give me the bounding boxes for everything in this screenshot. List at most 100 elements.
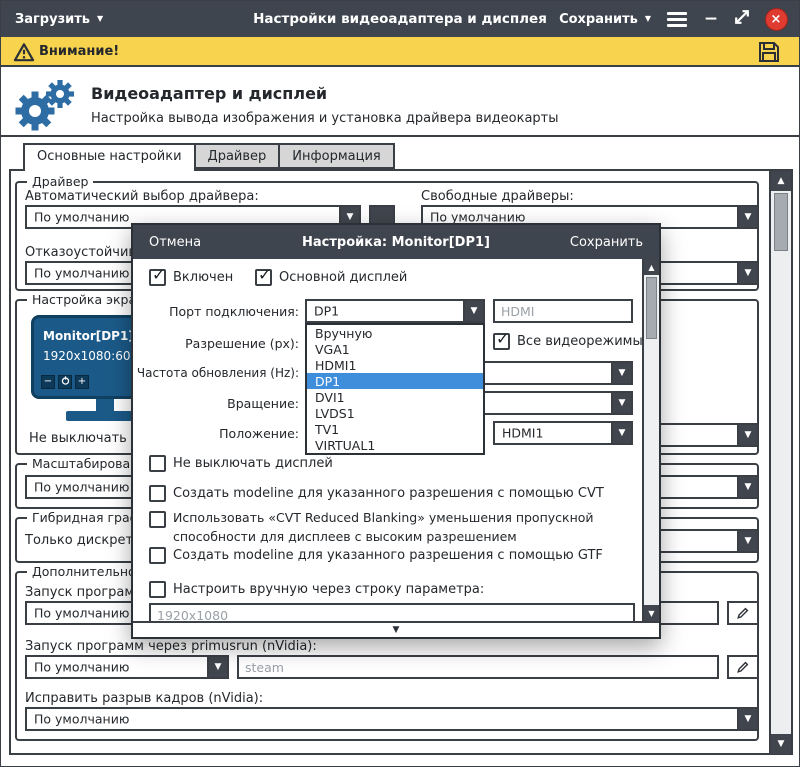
chevron-down-icon: ▼ [463, 301, 483, 321]
port-option[interactable]: DVI1 [307, 389, 483, 405]
port-select[interactable]: DP1 ▼ [305, 299, 485, 323]
resolution-label: Разрешение (px): [139, 336, 299, 351]
page-title: Видеоадаптер и дисплей [91, 84, 327, 103]
main-scrollbar: ▲ ▼ [769, 171, 791, 754]
close-button[interactable]: × [761, 1, 791, 37]
menu-button[interactable] [663, 1, 691, 37]
port-option[interactable]: VIRTUAL1 [307, 437, 483, 453]
minimize-icon: − [704, 9, 718, 29]
run2-select[interactable]: По умолчанию ▼ [25, 655, 229, 679]
save-file-button[interactable] [757, 40, 781, 68]
chevron-down-icon: ▼ [737, 709, 757, 729]
monitor-settings-dialog: Отмена Настройка: Monitor[DP1] Сохранить… [131, 223, 661, 639]
scroll-up-button[interactable]: ▲ [771, 171, 791, 191]
dialog-scrollbar: ▲ ▼ [642, 259, 659, 621]
run2-label: Запуск программ через primusrun (nVidia)… [25, 639, 317, 654]
dialog-scroll-more-button[interactable]: ▼ [133, 621, 659, 637]
floppy-icon [757, 40, 781, 64]
dialog-scroll-up-button[interactable]: ▲ [644, 259, 659, 275]
port-option[interactable]: TV1 [307, 421, 483, 437]
manual-checkbox[interactable] [149, 581, 166, 598]
cvt-rb-checkbox[interactable] [149, 511, 166, 528]
chevron-down-icon: ▼ [737, 207, 757, 227]
close-icon: × [765, 8, 788, 31]
run1-edit-button[interactable] [727, 601, 759, 625]
cvt-label: Создать modeline для указанного разрешен… [173, 486, 604, 501]
pencil-icon [736, 660, 750, 674]
run2-edit-button[interactable] [727, 655, 759, 679]
gtf-checkbox[interactable] [149, 547, 166, 564]
manual-label: Настроить вручную через строку параметра… [173, 582, 484, 597]
pencil-icon [736, 606, 750, 620]
menu-icon [667, 12, 687, 27]
monitor-power-button[interactable] [58, 375, 72, 389]
scroll-thumb[interactable] [774, 193, 788, 251]
tab-info[interactable]: Информация [278, 143, 394, 169]
tear-label: Исправить разрыв кадров (nVidia): [25, 691, 263, 706]
check-icon: ✓ [496, 329, 509, 348]
monitor-name: Monitor[DP1] [43, 329, 134, 343]
chevron-down-icon: ▼ [611, 363, 631, 383]
gtf-label: Создать modeline для указанного разрешен… [173, 548, 603, 563]
port-option[interactable]: VGA1 [307, 341, 483, 357]
tab-main-settings[interactable]: Основные настройки [23, 143, 196, 171]
titlebar: Загрузить ▼ Настройки видеоадаптера и ди… [1, 1, 799, 37]
page-subtitle: Настройка вывода изображения и установка… [91, 111, 559, 126]
monitor-minus-button[interactable]: − [41, 375, 55, 389]
position-target-value: HDMI1 [502, 426, 543, 441]
minimize-button[interactable]: − [699, 1, 723, 37]
port-option[interactable]: LVDS1 [307, 405, 483, 421]
save-menu-label: Сохранить [559, 12, 638, 27]
all-modes-checkbox[interactable]: ✓ [493, 333, 510, 350]
position-target-select[interactable]: HDMI1 ▼ [493, 421, 633, 445]
dialog-save-button[interactable]: Сохранить [570, 235, 643, 250]
scroll-down-button[interactable]: ▼ [771, 734, 791, 754]
chevron-down-icon: ▼ [611, 393, 631, 413]
primary-checkbox[interactable]: ✓ [255, 269, 272, 286]
app-gears-icon [11, 77, 77, 137]
free-drivers-label: Свободные драйверы: [421, 189, 574, 204]
chevron-down-icon: ▼ [737, 477, 757, 497]
refresh-label: Частота обновления (Hz): [135, 366, 299, 380]
position-label: Положение: [139, 426, 299, 441]
port-value: DP1 [314, 304, 339, 319]
expand-icon [732, 7, 752, 31]
chevron-down-icon: ▼ [611, 423, 631, 443]
run2-command-input[interactable] [237, 655, 719, 679]
dialog-scroll-thumb[interactable] [646, 277, 657, 339]
expand-button[interactable] [729, 1, 755, 37]
dialog-header: Отмена Настройка: Monitor[DP1] Сохранить [133, 225, 659, 259]
cvt-rb-label: Использовать «CVT Reduced Blanking» умен… [173, 509, 653, 547]
tear-select[interactable]: По умолчанию ▼ [25, 707, 759, 731]
dialog-keep-on-checkbox[interactable] [149, 455, 166, 472]
port-label: Порт подключения: [139, 304, 299, 319]
auto-driver-label: Автоматический выбор драйвера: [25, 189, 259, 204]
port-manual-input[interactable] [493, 299, 633, 323]
tab-bar: Основные настройки Драйвер Информация [23, 143, 395, 171]
scaling-value: По умолчанию [34, 480, 129, 495]
app-window: Загрузить ▼ Настройки видеоадаптера и ди… [0, 0, 800, 767]
check-icon: ✓ [152, 265, 165, 284]
failsafe-value: По умолчанию [34, 266, 129, 281]
save-menu-button[interactable]: Сохранить ▼ [559, 1, 651, 37]
header-divider [1, 135, 799, 137]
warning-bar: Внимание! [1, 37, 799, 67]
port-option[interactable]: Вручную [307, 325, 483, 341]
caret-down-icon: ▼ [645, 15, 651, 23]
cvt-checkbox[interactable] [149, 485, 166, 502]
power-icon [61, 376, 70, 385]
run1-value: По умолчанию [34, 606, 129, 621]
tear-value: По умолчанию [34, 712, 129, 727]
enabled-checkbox[interactable]: ✓ [149, 269, 166, 286]
port-option[interactable]: HDMI1 [307, 357, 483, 373]
dialog-keep-on-label: Не выключать дисплей [173, 456, 333, 471]
port-option-selected[interactable]: DP1 [307, 373, 483, 389]
dialog-cancel-button[interactable]: Отмена [149, 235, 201, 250]
tab-driver[interactable]: Драйвер [194, 143, 281, 169]
port-dropdown-list: Вручную VGA1 HDMI1 DP1 DVI1 LVDS1 TV1 VI… [305, 323, 485, 455]
primary-label: Основной дисплей [279, 270, 407, 285]
all-modes-label: Все видеорежимы [517, 334, 643, 349]
monitor-plus-button[interactable]: + [75, 375, 89, 389]
warning-text: Внимание! [39, 44, 119, 59]
dialog-scroll-down-button[interactable]: ▼ [644, 605, 659, 621]
